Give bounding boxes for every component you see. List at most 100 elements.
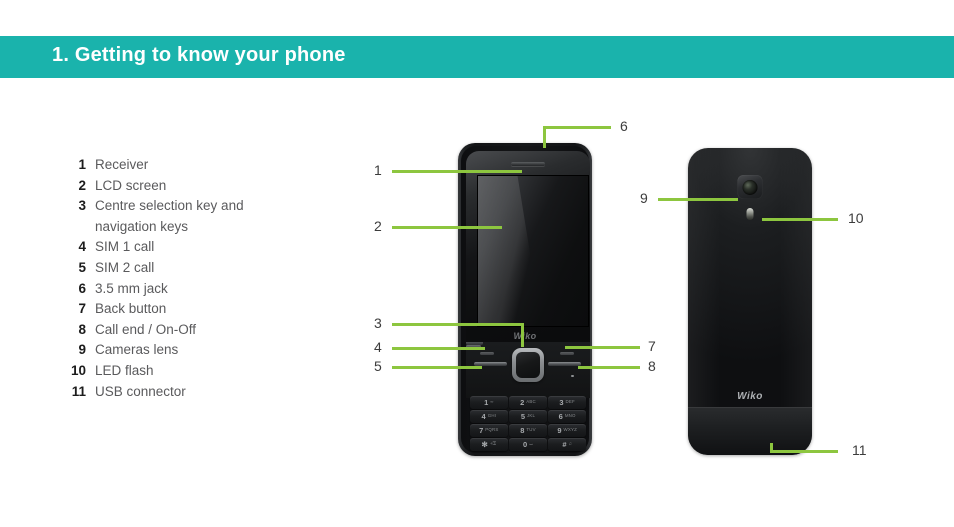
keypad-key: # ♫ — [548, 438, 586, 451]
keypad-digit: 7 — [479, 425, 484, 435]
legend-label: LCD screen — [95, 177, 167, 193]
keypad-sublabel: MNO — [564, 413, 576, 419]
legend-number: 7 — [78, 301, 86, 317]
callout-line-6-vertical — [543, 126, 546, 148]
legend-label: SIM 2 call — [95, 259, 155, 275]
list-item: 2 LCD screen — [60, 176, 310, 197]
legend-number: 5 — [78, 259, 86, 275]
callout-number-1: 1 — [374, 162, 382, 178]
list-item: 1 Receiver — [60, 155, 310, 176]
brand-logo-back: Wiko — [737, 391, 763, 402]
soft-key-zone — [466, 342, 590, 398]
keypad-sublabel: +⚿ — [489, 441, 497, 447]
keypad-key: ✻ +⚿ — [470, 438, 508, 451]
keypad-key: 7 PQRS — [470, 424, 508, 437]
callout-line-10 — [762, 218, 838, 221]
keypad-key: 6 MNO — [548, 410, 586, 423]
centre-selection-key — [512, 348, 544, 382]
legend-list: 1 Receiver 2 LCD screen 3 Centre selecti… — [60, 155, 310, 402]
phone-front-body: Wiko 1 ∞ 2 ABC 3 DEF 4 GHI 5 JKL 6 MNO 7… — [461, 146, 590, 453]
callout-line-3-horizontal — [392, 323, 524, 326]
keypad-digit: 9 — [557, 425, 562, 435]
list-item: 5 SIM 2 call — [60, 258, 310, 279]
legend-number: 10 — [70, 362, 86, 378]
legend-number: 1 — [78, 157, 86, 172]
list-item: 7 Back button — [60, 299, 310, 320]
keypad-digit: ✻ — [481, 439, 488, 449]
keypad-sublabel: GHI — [487, 413, 497, 419]
keypad-key: 3 DEF — [548, 396, 586, 409]
keypad-key: 8 TUV — [509, 424, 547, 437]
page-root: 1. Getting to know your phone 1 Receiver… — [0, 0, 954, 527]
keypad-digit: 0 — [523, 439, 528, 449]
legend-label: LED flash — [95, 362, 154, 378]
callout-line-11-horizontal — [770, 450, 838, 453]
list-item: 3 Centre selection key and navigation ke… — [60, 196, 310, 237]
led-flash — [746, 208, 754, 220]
callout-line-2 — [392, 226, 502, 229]
power-indicator-dot — [571, 374, 574, 377]
callout-line-5 — [392, 366, 482, 369]
page-title: 1. Getting to know your phone — [52, 44, 346, 66]
list-item: 9 Cameras lens — [60, 340, 310, 361]
keypad-key: 2 ABC — [509, 396, 547, 409]
phone-back-illustration: Wiko — [688, 148, 812, 455]
legend-number: 8 — [78, 321, 86, 337]
keypad-sublabel: ∞ — [490, 399, 494, 405]
sim1-call-key — [480, 352, 494, 355]
callout-number-8: 8 — [648, 358, 656, 374]
keypad-digit: 5 — [520, 411, 525, 421]
receiver-speaker — [511, 162, 545, 166]
callout-line-1 — [392, 170, 522, 173]
keypad-sublabel: DEF — [565, 399, 575, 405]
legend-number: 2 — [78, 177, 86, 193]
callout-line-8 — [578, 366, 640, 369]
legend-number: 4 — [78, 239, 86, 255]
keypad-sublabel: JKL — [526, 413, 536, 419]
callout-line-7 — [565, 346, 640, 349]
camera-lens — [737, 175, 763, 199]
lcd-screen — [477, 175, 589, 327]
legend-number: 9 — [78, 342, 86, 358]
callout-number-5: 5 — [374, 358, 382, 374]
callout-number-6: 6 — [620, 118, 628, 134]
keypad-digit: 1 — [484, 397, 489, 407]
legend-label: Receiver — [95, 157, 149, 172]
callout-number-9: 9 — [640, 190, 648, 206]
callout-number-2: 2 — [374, 218, 382, 234]
legend-label: SIM 1 call — [95, 239, 155, 255]
keypad-sublabel: TUV — [526, 427, 536, 433]
phone-front-illustration: Wiko 1 ∞ 2 ABC 3 DEF 4 GHI 5 JKL 6 MNO 7… — [458, 143, 592, 456]
legend-label: Call end / On-Off — [95, 321, 197, 337]
keypad-digit: 6 — [558, 411, 563, 421]
keypad-digit: 3 — [559, 397, 564, 407]
legend-label: Centre selection key and navigation keys — [95, 198, 244, 234]
keypad-digit: 2 — [520, 397, 525, 407]
list-item: 10 LED flash — [60, 361, 310, 382]
callout-line-3-vertical — [521, 323, 524, 347]
callout-line-6-horizontal — [543, 126, 611, 129]
legend-label: Cameras lens — [95, 342, 179, 358]
keypad-key: 4 GHI — [470, 410, 508, 423]
callout-number-4: 4 — [374, 339, 382, 355]
keypad-sublabel: ♫ — [568, 441, 572, 447]
back-button-key — [560, 352, 574, 355]
list-item: 6 3.5 mm jack — [60, 279, 310, 300]
list-item: 11 USB connector — [60, 382, 310, 403]
phone-back-bottom-cover — [688, 407, 812, 455]
keypad-digit: # — [562, 439, 567, 449]
keypad-key: 0 ⌴ — [509, 438, 547, 451]
callout-line-4 — [392, 347, 485, 350]
legend-number: 11 — [71, 383, 86, 399]
centre-selection-key-inner — [516, 352, 540, 378]
list-item: 8 Call end / On-Off — [60, 320, 310, 341]
list-item: 4 SIM 1 call — [60, 237, 310, 258]
callout-number-11: 11 — [852, 442, 867, 458]
legend-label: USB connector — [95, 383, 186, 399]
camera-lens-glass — [742, 179, 758, 195]
keypad-key: 1 ∞ — [470, 396, 508, 409]
numeric-keypad: 1 ∞ 2 ABC 3 DEF 4 GHI 5 JKL 6 MNO 7 PQRS… — [470, 396, 586, 451]
keypad-sublabel: ABC — [526, 399, 536, 405]
brand-logo: Wiko — [513, 331, 537, 341]
legend-number: 6 — [78, 280, 86, 296]
